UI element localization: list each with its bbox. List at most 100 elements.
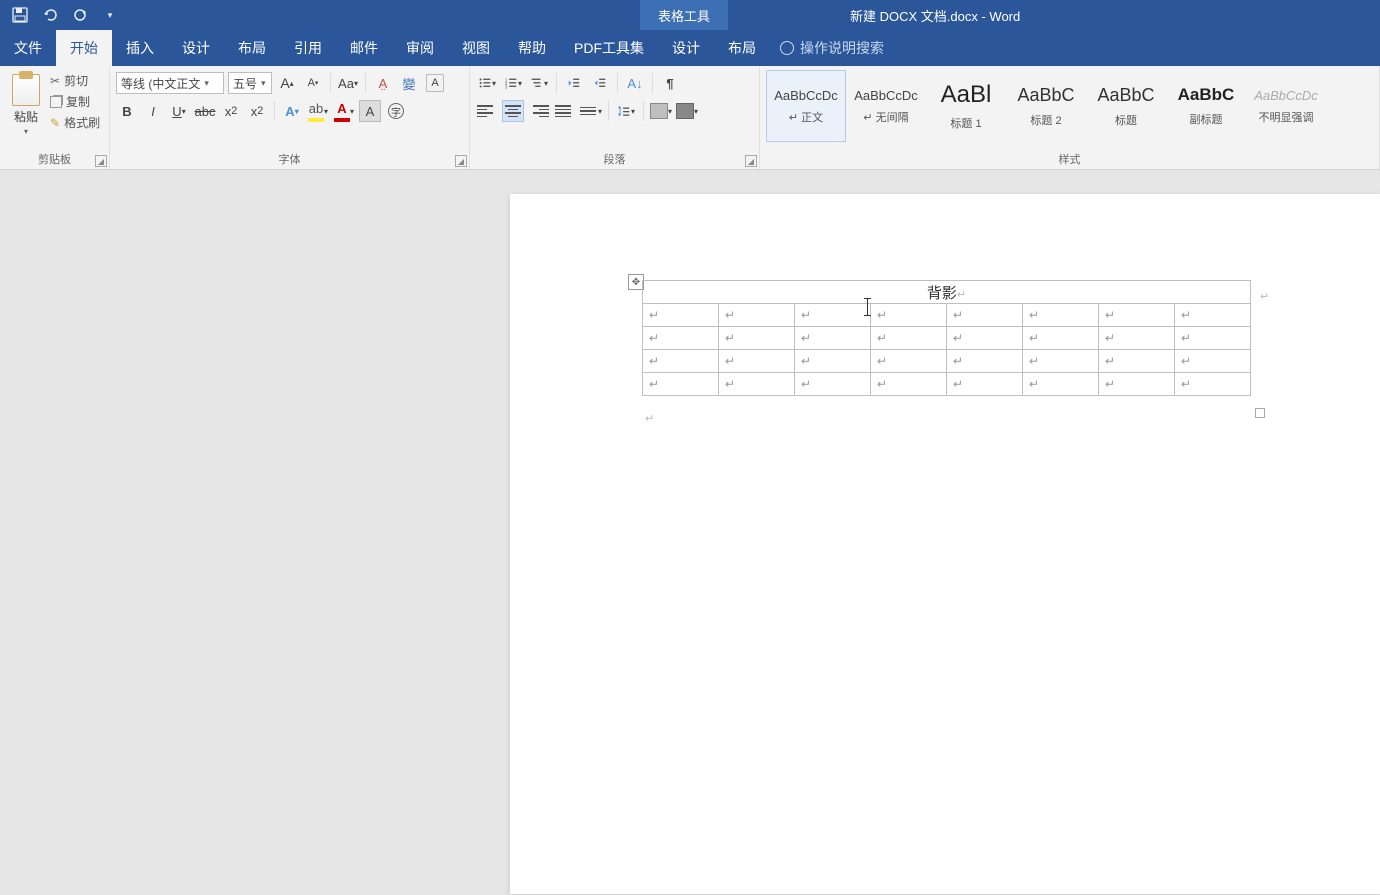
quick-access-toolbar: ▾ <box>0 7 118 23</box>
tab-help[interactable]: 帮助 <box>504 30 560 66</box>
group-paragraph: ▾ 123▾ ▾ A↓ ¶ ▾ <box>470 66 760 169</box>
ribbon: 粘贴 ▾ ✂剪切 复制 ✎格式刷 剪贴板 ◢ 等线 (中文正文▾ 五号▾ A▴ … <box>0 66 1380 170</box>
document-table[interactable]: 背影↵ ↵↵↵↵↵↵↵↵ ↵↵↵↵↵↵↵↵ ↵↵↵↵↵↵↵↵ ↵↵↵↵↵↵↵↵ <box>642 280 1251 396</box>
multilevel-list-button[interactable]: ▾ <box>528 72 550 94</box>
italic-button[interactable]: I <box>142 100 164 122</box>
tab-references[interactable]: 引用 <box>280 30 336 66</box>
paragraph-dialog-launcher[interactable]: ◢ <box>745 155 757 167</box>
paragraph-mark: ↵ <box>1260 290 1269 303</box>
border-icon <box>676 103 694 119</box>
justify-button[interactable] <box>554 100 576 122</box>
paste-label: 粘贴 <box>14 108 38 125</box>
align-center-button[interactable] <box>502 100 524 122</box>
change-case-button[interactable]: Aa▾ <box>337 72 359 94</box>
font-dialog-launcher[interactable]: ◢ <box>455 155 467 167</box>
enclose-characters-button[interactable]: 字 <box>385 100 407 122</box>
shading-button[interactable]: ▾ <box>650 100 672 122</box>
character-shading-button[interactable]: A <box>359 100 381 122</box>
align-left-button[interactable] <box>476 100 498 122</box>
strikethrough-button[interactable]: abc <box>194 100 216 122</box>
increase-indent-button[interactable] <box>589 72 611 94</box>
phonetic-guide-button[interactable]: A̤ <box>372 72 394 94</box>
group-clipboard: 粘贴 ▾ ✂剪切 复制 ✎格式刷 剪贴板 ◢ <box>0 66 110 169</box>
font-color-button[interactable]: A▾ <box>333 100 355 122</box>
table-row[interactable]: ↵↵↵↵↵↵↵↵ <box>643 327 1251 350</box>
tab-mailings[interactable]: 邮件 <box>336 30 392 66</box>
style-no-spacing[interactable]: AaBbCcDc↵ 无间隔 <box>846 70 926 142</box>
cut-button[interactable]: ✂剪切 <box>50 72 100 89</box>
ribbon-tabs: 文件 开始 插入 设计 布局 引用 邮件 审阅 视图 帮助 PDF工具集 设计 … <box>0 30 1380 66</box>
bold-button[interactable]: B <box>116 100 138 122</box>
superscript-button[interactable]: x2 <box>246 100 268 122</box>
table-row[interactable]: ↵↵↵↵↵↵↵↵ <box>643 373 1251 396</box>
grow-font-button[interactable]: A▴ <box>276 72 298 94</box>
style-heading1[interactable]: AaBl标题 1 <box>926 70 1006 142</box>
document-title: 新建 DOCX 文档.docx - Word <box>850 0 1020 30</box>
tab-home[interactable]: 开始 <box>56 30 112 66</box>
sort-button[interactable]: A↓ <box>624 72 646 94</box>
table-row[interactable]: ↵↵↵↵↵↵↵↵ <box>643 350 1251 373</box>
qat-dropdown-icon[interactable]: ▾ <box>102 7 118 23</box>
undo-icon[interactable] <box>42 7 58 23</box>
font-group-label: 字体 <box>110 151 469 167</box>
save-icon[interactable] <box>12 7 28 23</box>
clear-formatting-button[interactable]: A <box>424 72 446 94</box>
table-row[interactable]: ↵↵↵↵↵↵↵↵ <box>643 304 1251 327</box>
character-border-button[interactable]: 變 <box>398 72 420 94</box>
copy-icon <box>50 96 62 108</box>
style-subtitle[interactable]: AaBbC副标题 <box>1166 70 1246 142</box>
group-styles: AaBbCcDc↵ 正文 AaBbCcDc↵ 无间隔 AaBl标题 1 AaBb… <box>760 66 1380 169</box>
style-heading2[interactable]: AaBbC标题 2 <box>1006 70 1086 142</box>
tab-view[interactable]: 视图 <box>448 30 504 66</box>
underline-button[interactable]: U▾ <box>168 100 190 122</box>
table-tools-contextual-tab: 表格工具 <box>640 0 728 30</box>
lightbulb-icon <box>780 41 794 55</box>
tab-pdf-tools[interactable]: PDF工具集 <box>560 30 658 66</box>
font-name-combo[interactable]: 等线 (中文正文▾ <box>116 72 224 94</box>
shading-icon <box>650 103 668 119</box>
scissors-icon: ✂ <box>50 74 60 88</box>
end-paragraph-mark: ↵ <box>645 412 654 425</box>
page[interactable]: ✥ 背影↵ ↵↵↵↵↵↵↵↵ ↵↵↵↵↵↵↵↵ ↵↵↵↵↵↵↵↵ ↵↵↵↵↵↵↵… <box>510 194 1380 894</box>
tab-file[interactable]: 文件 <box>0 30 56 66</box>
title-bar: ▾ 表格工具 新建 DOCX 文档.docx - Word <box>0 0 1380 30</box>
align-right-button[interactable] <box>528 100 550 122</box>
tell-me-label: 操作说明搜索 <box>800 38 884 58</box>
text-effects-button[interactable]: A▾ <box>281 100 303 122</box>
bullets-button[interactable]: ▾ <box>476 72 498 94</box>
tab-design[interactable]: 设计 <box>168 30 224 66</box>
document-area: ✥ 背影↵ ↵↵↵↵↵↵↵↵ ↵↵↵↵↵↵↵↵ ↵↵↵↵↵↵↵↵ ↵↵↵↵↵↵↵… <box>0 170 1380 895</box>
borders-button[interactable]: ▾ <box>676 100 698 122</box>
group-font: 等线 (中文正文▾ 五号▾ A▴ A▾ Aa▾ A̤ 變 A B I U▾ ab… <box>110 66 470 169</box>
show-marks-button[interactable]: ¶ <box>659 72 681 94</box>
brush-icon: ✎ <box>50 116 60 130</box>
tab-table-design[interactable]: 设计 <box>658 30 714 66</box>
subscript-button[interactable]: x2 <box>220 100 242 122</box>
table-resize-handle-icon[interactable] <box>1255 408 1265 418</box>
redo-icon[interactable] <box>72 7 88 23</box>
shrink-font-button[interactable]: A▾ <box>302 72 324 94</box>
numbering-button[interactable]: 123▾ <box>502 72 524 94</box>
line-spacing-button[interactable]: ▾ <box>615 100 637 122</box>
paste-icon <box>12 74 40 106</box>
tab-layout[interactable]: 布局 <box>224 30 280 66</box>
clipboard-group-label: 剪贴板 <box>0 151 109 167</box>
paragraph-group-label: 段落 <box>470 151 759 167</box>
style-normal[interactable]: AaBbCcDc↵ 正文 <box>766 70 846 142</box>
copy-button[interactable]: 复制 <box>50 93 100 110</box>
font-size-combo[interactable]: 五号▾ <box>228 72 272 94</box>
style-subtle-emphasis[interactable]: AaBbCcDc不明显强调 <box>1246 70 1326 142</box>
styles-group-label: 样式 <box>760 151 1379 167</box>
table-title-cell[interactable]: 背影↵ <box>643 281 1251 304</box>
svg-text:3: 3 <box>505 84 508 89</box>
clipboard-dialog-launcher[interactable]: ◢ <box>95 155 107 167</box>
highlight-button[interactable]: ab▾ <box>307 100 329 122</box>
tab-review[interactable]: 审阅 <box>392 30 448 66</box>
format-painter-button[interactable]: ✎格式刷 <box>50 114 100 131</box>
style-title[interactable]: AaBbC标题 <box>1086 70 1166 142</box>
decrease-indent-button[interactable] <box>563 72 585 94</box>
tab-table-layout[interactable]: 布局 <box>714 30 770 66</box>
distributed-button[interactable]: ▾ <box>580 100 602 122</box>
tab-insert[interactable]: 插入 <box>112 30 168 66</box>
tell-me-search[interactable]: 操作说明搜索 <box>780 30 884 66</box>
